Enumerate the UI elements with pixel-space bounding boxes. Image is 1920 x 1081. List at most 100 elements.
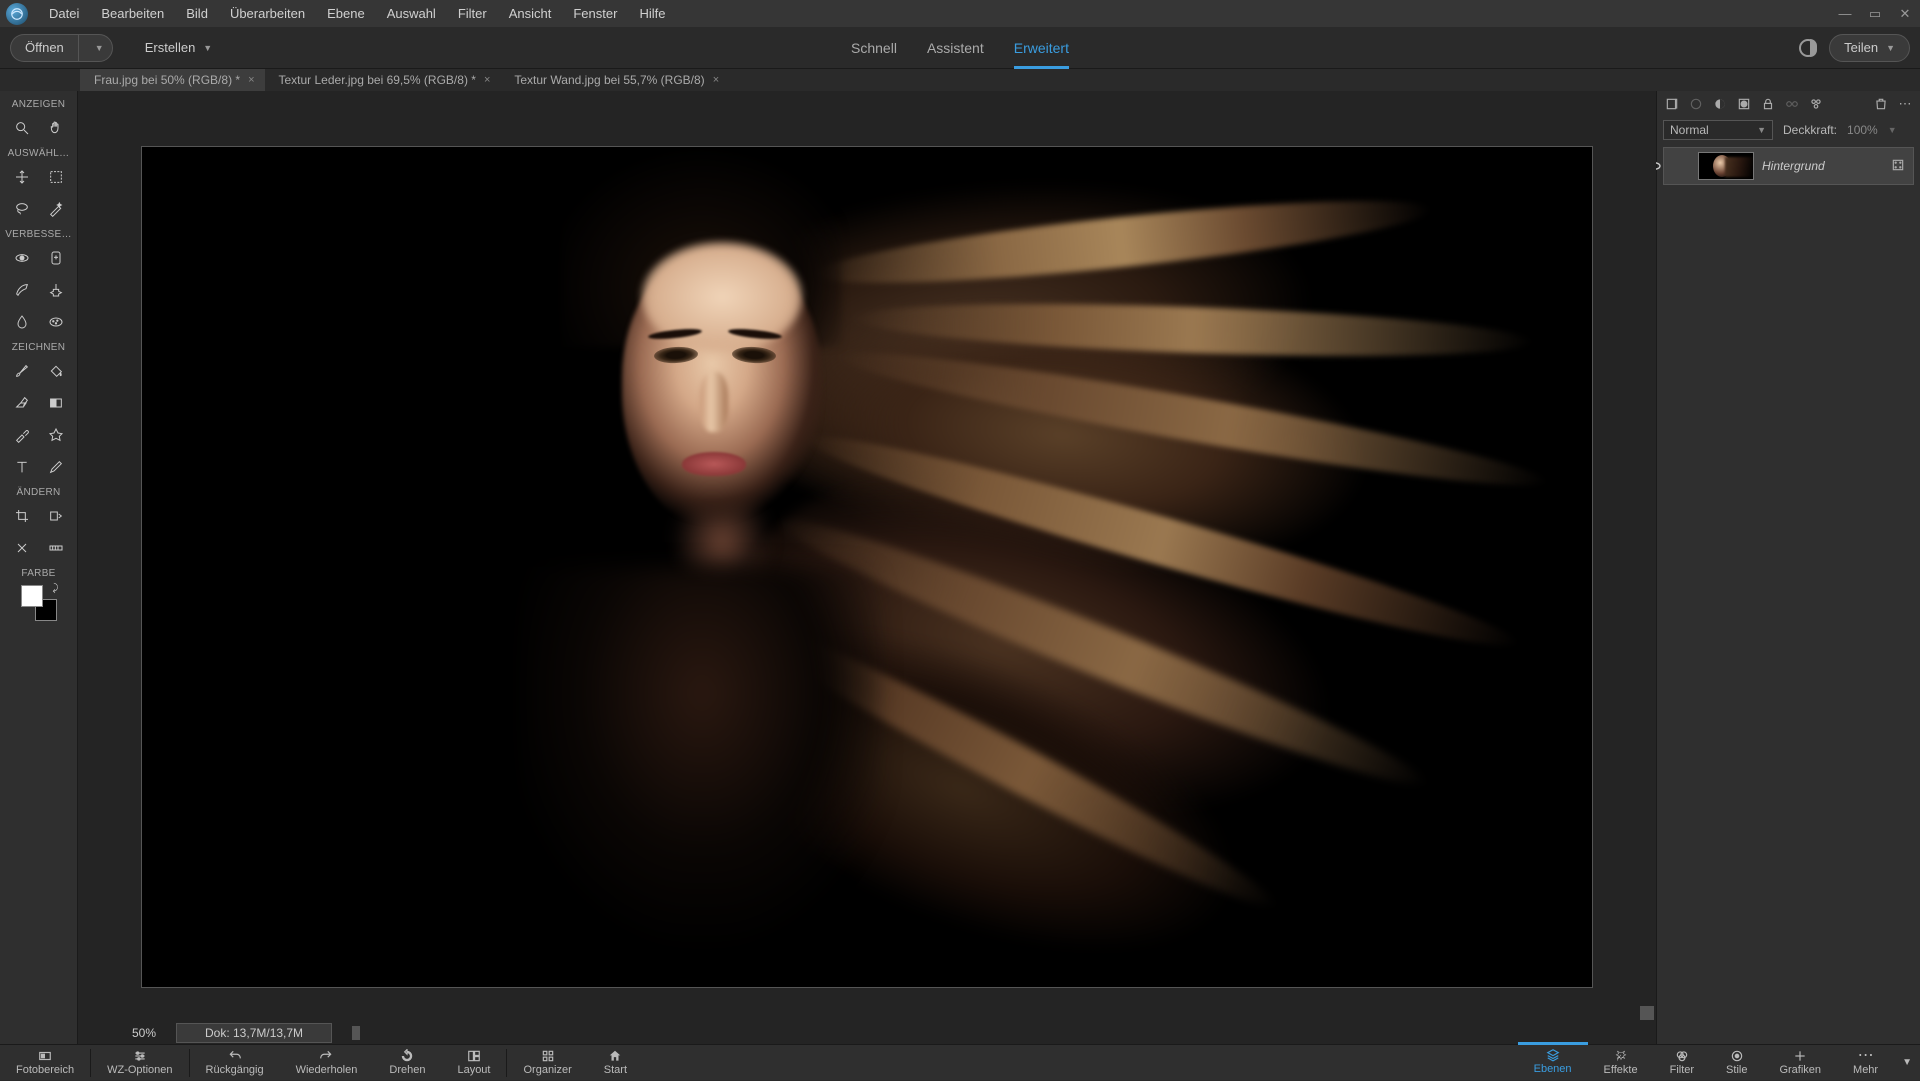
theme-toggle-icon[interactable]	[1799, 39, 1817, 57]
panel-menu-icon[interactable]: ⋯	[1896, 95, 1914, 113]
maximize-icon[interactable]: ▭	[1860, 0, 1890, 27]
layers-panel-toolbar: ⋯	[1657, 91, 1920, 117]
blur-tool-icon[interactable]	[9, 309, 35, 335]
bb-stile[interactable]: Stile	[1710, 1045, 1763, 1081]
status-handle-icon[interactable]	[352, 1026, 360, 1040]
minimize-icon[interactable]: —	[1830, 0, 1860, 27]
create-button[interactable]: Erstellen▼	[131, 34, 227, 62]
menu-fenster[interactable]: Fenster	[562, 0, 628, 27]
doc-size[interactable]: Dok: 13,7M/13,7M	[176, 1023, 332, 1043]
menu-auswahl[interactable]: Auswahl	[376, 0, 447, 27]
swap-colors-icon[interactable]: ⤸	[53, 583, 59, 594]
straighten-tool-icon[interactable]	[43, 535, 69, 561]
crop-tool-icon[interactable]	[9, 503, 35, 529]
wand-tool-icon[interactable]	[43, 196, 69, 222]
sponge-tool-icon[interactable]	[43, 309, 69, 335]
bb-ebenen[interactable]: Ebenen	[1518, 1042, 1588, 1078]
spot-heal-tool-icon[interactable]	[43, 245, 69, 271]
open-button[interactable]: Öffnen	[10, 34, 78, 62]
mask-icon[interactable]	[1735, 95, 1753, 113]
fx-icon[interactable]	[1807, 95, 1825, 113]
mode-expert[interactable]: Erweitert	[1014, 27, 1069, 69]
menu-ansicht[interactable]: Ansicht	[498, 0, 563, 27]
menu-bearbeiten[interactable]: Bearbeiten	[90, 0, 175, 27]
bb-layout[interactable]: Layout	[441, 1045, 506, 1081]
delete-layer-icon[interactable]	[1872, 95, 1890, 113]
marquee-tool-icon[interactable]	[43, 164, 69, 190]
menu-bild[interactable]: Bild	[175, 0, 219, 27]
text-tool-icon[interactable]	[9, 454, 35, 480]
shape-tool-icon[interactable]	[43, 422, 69, 448]
recompose-tool-icon[interactable]	[43, 503, 69, 529]
bb-fotobereich[interactable]: Fotobereich	[0, 1045, 90, 1081]
close-tab-icon[interactable]: ×	[484, 69, 490, 91]
lasso-tool-icon[interactable]	[9, 196, 35, 222]
new-group-icon[interactable]	[1687, 95, 1705, 113]
menu-ueberarbeiten[interactable]: Überarbeiten	[219, 0, 316, 27]
zoom-level[interactable]: 50%	[98, 1026, 156, 1040]
bb-redo[interactable]: Wiederholen	[280, 1045, 374, 1081]
move-tool-icon[interactable]	[9, 164, 35, 190]
zoom-tool-icon[interactable]	[9, 115, 35, 141]
bb-grafiken[interactable]: Grafiken	[1763, 1045, 1837, 1081]
bb-organizer[interactable]: Organizer	[507, 1045, 587, 1081]
bb-undo[interactable]: Rückgängig	[190, 1045, 280, 1081]
bucket-tool-icon[interactable]	[43, 358, 69, 384]
hand-tool-icon[interactable]	[43, 115, 69, 141]
smart-brush-tool-icon[interactable]	[9, 277, 35, 303]
close-tab-icon[interactable]: ×	[248, 69, 254, 91]
layer-row[interactable]: Hintergrund	[1663, 147, 1914, 185]
toolbox-section-color: FARBE	[0, 564, 77, 581]
blend-mode-select[interactable]: Normal▼	[1663, 120, 1773, 140]
pencil-tool-icon[interactable]	[43, 454, 69, 480]
bb-start[interactable]: Start	[588, 1045, 643, 1081]
bb-filter[interactable]: Filter	[1654, 1045, 1710, 1081]
adjust-layer-icon[interactable]	[1711, 95, 1729, 113]
doc-tab-1[interactable]: Textur Leder.jpg bei 69,5% (RGB/8) *×	[265, 69, 501, 91]
bb-effekte[interactable]: Effekte	[1588, 1045, 1654, 1081]
layers-panel: ⋯ Normal▼ Deckkraft: 100% ▼ Hintergrund	[1656, 91, 1920, 1044]
bb-tooloptions[interactable]: WZ-Optionen	[91, 1045, 188, 1081]
menu-datei[interactable]: Datei	[38, 0, 90, 27]
close-tab-icon[interactable]: ×	[713, 69, 719, 91]
close-icon[interactable]: ✕	[1890, 0, 1920, 27]
brush-tool-icon[interactable]	[9, 358, 35, 384]
toolbox-section-view: ANZEIGEN	[0, 95, 77, 112]
toolbox-section-select: AUSWÄHL…	[0, 144, 77, 161]
clone-tool-icon[interactable]	[43, 277, 69, 303]
mode-guided[interactable]: Assistent	[927, 27, 984, 69]
app-logo-icon	[6, 3, 28, 25]
new-layer-icon[interactable]	[1663, 95, 1681, 113]
layer-lock-icon[interactable]	[1891, 158, 1907, 174]
opacity-value[interactable]: 100%	[1847, 123, 1878, 137]
doc-tab-2[interactable]: Textur Wand.jpg bei 55,7% (RGB/8)×	[500, 69, 729, 91]
canvas[interactable]	[142, 147, 1592, 987]
color-swatch[interactable]: ⤸	[21, 585, 57, 621]
bb-mehr[interactable]: ⋯Mehr	[1837, 1045, 1894, 1081]
eyedropper-tool-icon[interactable]	[9, 422, 35, 448]
scroll-corner[interactable]	[1640, 1006, 1654, 1020]
mode-tabs: Schnell Assistent Erweitert	[851, 27, 1069, 69]
layer-thumbnail[interactable]	[1698, 152, 1754, 180]
content-move-tool-icon[interactable]	[9, 535, 35, 561]
redeye-tool-icon[interactable]	[9, 245, 35, 271]
menubar: Datei Bearbeiten Bild Überarbeiten Ebene…	[0, 0, 1920, 27]
menu-hilfe[interactable]: Hilfe	[628, 0, 676, 27]
doc-tab-0[interactable]: Frau.jpg bei 50% (RGB/8) *×	[80, 69, 265, 91]
window-controls: — ▭ ✕	[1830, 0, 1920, 27]
foreground-color-swatch[interactable]	[21, 585, 43, 607]
bb-collapse-icon[interactable]: ▼	[1894, 1045, 1920, 1081]
mode-quick[interactable]: Schnell	[851, 27, 897, 69]
blend-row: Normal▼ Deckkraft: 100% ▼	[1657, 117, 1920, 143]
menu-ebene[interactable]: Ebene	[316, 0, 376, 27]
bb-rotate[interactable]: Drehen	[373, 1045, 441, 1081]
gradient-tool-icon[interactable]	[43, 390, 69, 416]
secondary-toolbar: Öffnen ▼ Erstellen▼ Schnell Assistent Er…	[0, 27, 1920, 69]
lock-icon[interactable]	[1759, 95, 1777, 113]
open-dropdown-button[interactable]: ▼	[78, 34, 113, 62]
layer-name: Hintergrund	[1762, 159, 1825, 173]
eraser-tool-icon[interactable]	[9, 390, 35, 416]
share-button[interactable]: Teilen▼	[1829, 34, 1910, 62]
menu-filter[interactable]: Filter	[447, 0, 498, 27]
link-icon[interactable]	[1783, 95, 1801, 113]
